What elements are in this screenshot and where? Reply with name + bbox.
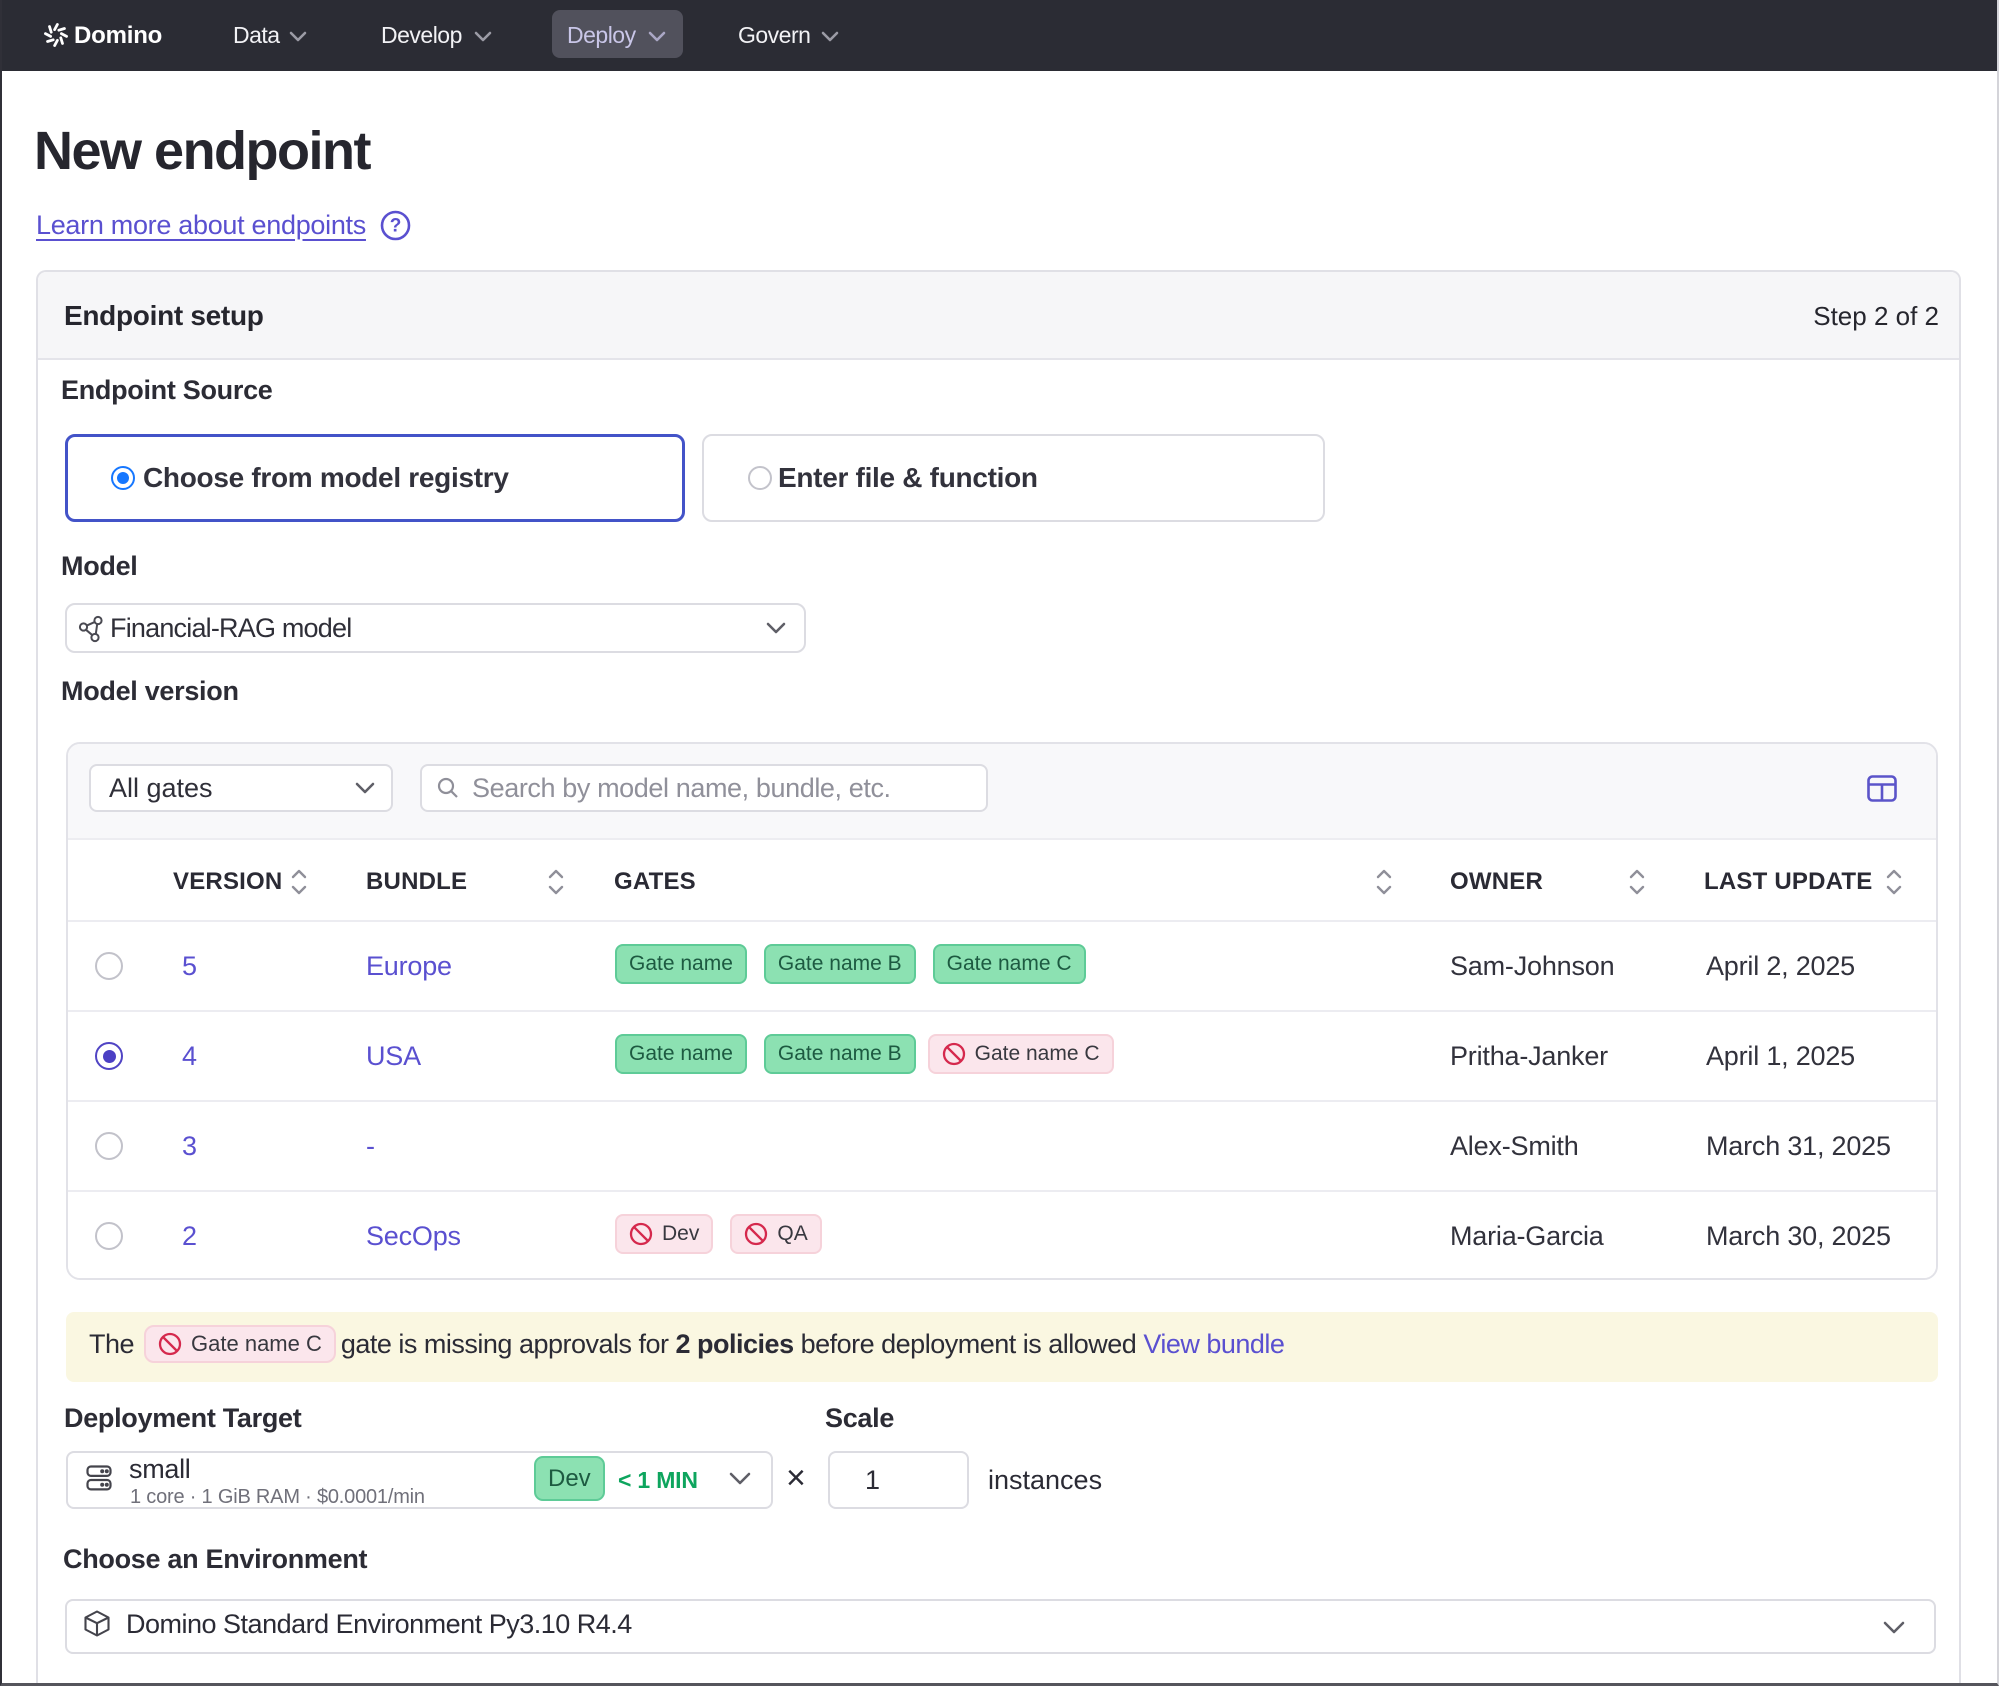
svg-text:?: ? xyxy=(390,216,402,237)
